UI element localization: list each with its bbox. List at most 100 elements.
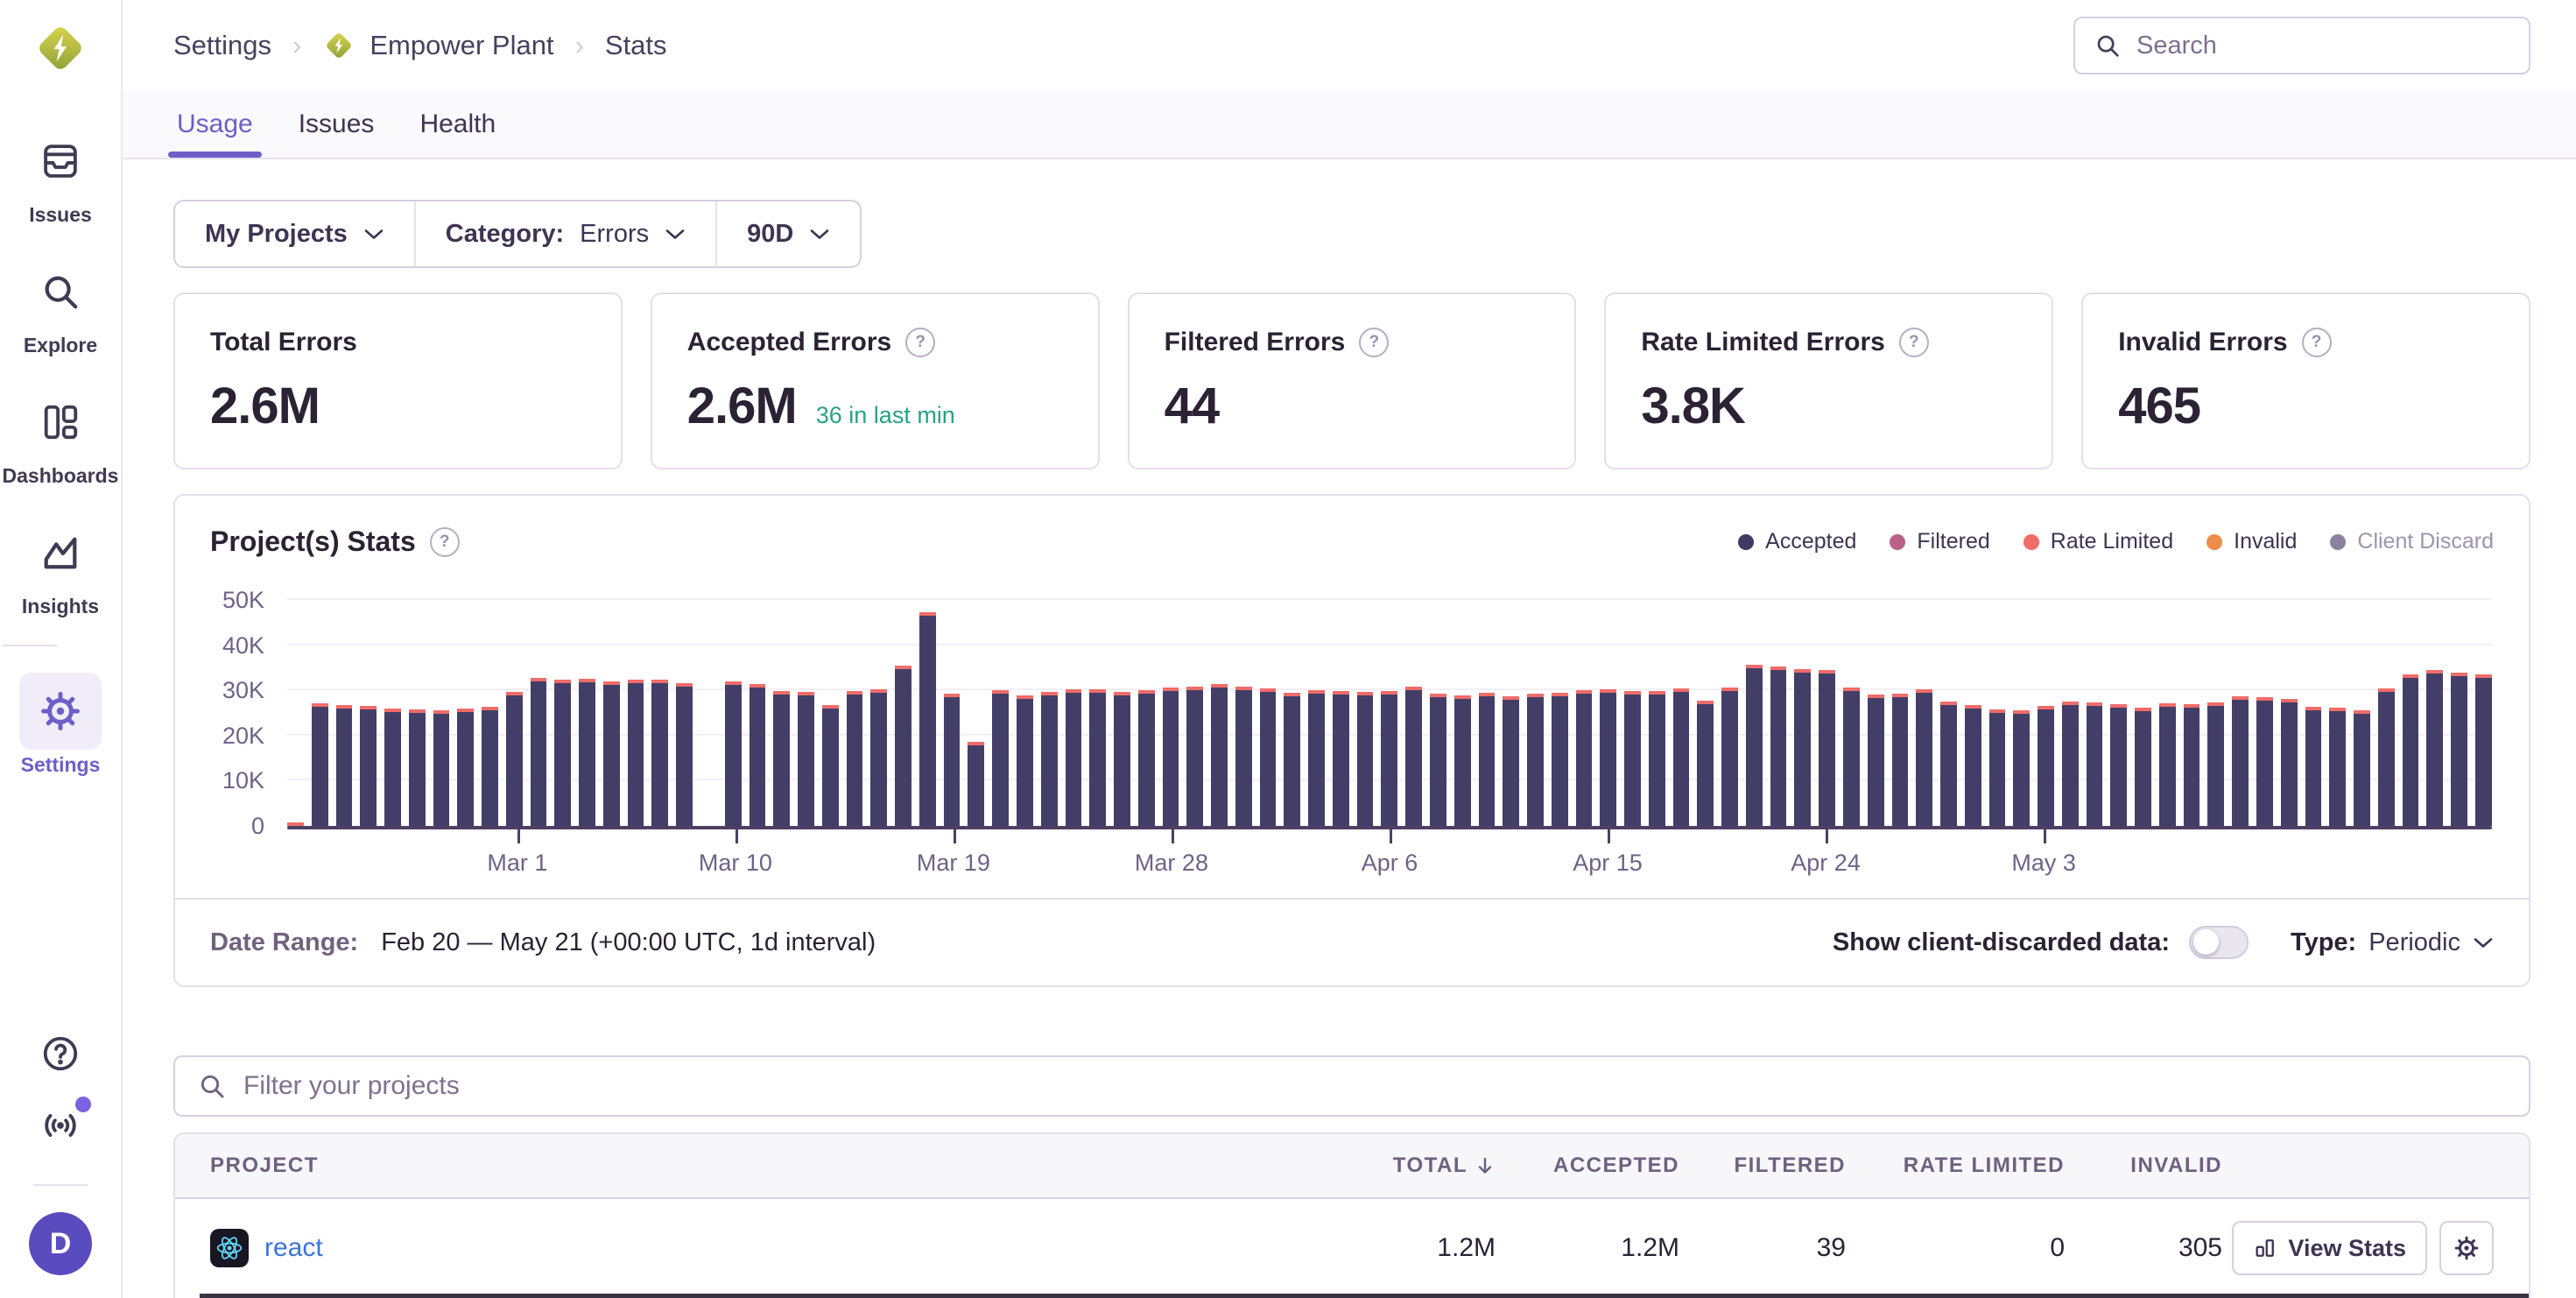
type-value: Periodic [2368,928,2460,957]
rate-limited-cap [2354,710,2370,714]
usage-bar-chart: 010K20K30K40K50KMar 1Mar 10Mar 19Mar 28A… [201,568,2492,877]
legend-item-filtered[interactable]: Filtered [1890,529,1989,554]
project-scope-label: My Projects [205,220,348,249]
y-axis-label: 20K [201,721,264,751]
column-header-total[interactable]: TOTAL [1329,1153,1496,1178]
help-circle-icon[interactable]: ? [1899,328,1929,357]
rate-limited-cap [1624,691,1641,695]
rate-limited-cap [870,689,887,693]
rate-limited-cap [2038,706,2054,709]
tab-bar: Usage Issues Health [123,91,2576,159]
rate-limited-cap [2232,696,2249,700]
rate-limited-cap [1430,694,1446,697]
legend-item-accepted[interactable]: Accepted [1738,529,1856,554]
column-header-filtered[interactable]: FILTERED [1679,1153,1846,1178]
legend-item-client-discard[interactable]: Client Discard [2330,529,2494,554]
x-axis-tick-label: Mar 28 [1135,850,1208,877]
tab-issues[interactable]: Issues [295,91,378,158]
project-scope-dropdown[interactable]: My Projects [175,201,414,266]
breadcrumb-settings[interactable]: Settings [173,30,271,61]
rate-limited-cap [1284,693,1300,696]
help-button[interactable] [40,1033,81,1074]
category-value: Errors [580,220,649,249]
global-search-input[interactable] [2135,31,2509,61]
chart-bar [870,689,887,826]
sidebar-item-explore[interactable]: Explore [3,253,119,357]
sidebar-nav: Issues Explore Dashboards Insights Settings [3,123,119,803]
whats-new-button[interactable] [40,1105,81,1146]
chevron-down-icon [665,228,686,241]
global-search[interactable] [2073,17,2530,74]
chart-bar [651,680,668,826]
sidebar-item-dashboards[interactable]: Dashboards [3,384,119,488]
notification-dot [75,1097,91,1112]
rate-limited-cap [1235,687,1252,690]
column-header-invalid[interactable]: INVALID [2065,1153,2222,1178]
chart-bar [579,679,595,826]
column-header-rate-limited[interactable]: RATE LIMITED [1846,1153,2065,1178]
chevron-down-icon [2473,936,2494,949]
help-circle-icon[interactable]: ? [2302,328,2332,357]
help-circle-icon[interactable]: ? [1359,328,1389,357]
tab-usage[interactable]: Usage [173,91,257,158]
legend-item-invalid[interactable]: Invalid [2206,529,2297,554]
rate-limited-cap [506,692,523,695]
rate-limited-cap [1454,695,1471,699]
app-logo[interactable] [32,19,89,77]
date-range-footer-label: Date Range: [210,928,358,957]
rate-limited-cap [2062,702,2079,705]
project-link[interactable]: react [264,1233,323,1263]
view-stats-button[interactable]: View Stats [2232,1221,2427,1275]
stat-card-value: 465 [2118,377,2200,435]
project-filter[interactable] [173,1055,2530,1117]
chart-bar [1308,690,1325,826]
chart-bar [2475,674,2492,826]
chart-bar [1066,689,1082,826]
chart-bar [312,703,328,826]
stat-card-value: 2.6M [210,377,320,435]
chart-bar [847,691,863,826]
rate-limited-cap [554,680,571,683]
type-dropdown[interactable]: Type: Periodic [2291,928,2494,957]
stat-card-title: Rate Limited Errors [1641,328,1884,357]
column-header-accepted[interactable]: ACCEPTED [1496,1153,1679,1178]
stat-cards: Total Errors2.6MAccepted Errors?2.6M36 i… [173,293,2530,469]
help-circle-icon[interactable]: ? [905,328,935,357]
page-content: My Projects Category: Errors 90D Total E… [123,159,2576,1298]
tab-health[interactable]: Health [416,91,499,158]
rate-limited-cap [2403,674,2419,678]
rate-limited-cap [1479,693,1496,696]
sidebar-item-settings[interactable]: Settings [3,673,119,777]
chart-title: Project(s) Stats [210,526,416,558]
legend-dot [2206,534,2222,550]
rate-limited-cap [1794,669,1811,673]
sidebar-item-issues[interactable]: Issues [3,123,119,227]
chart-bar [1357,692,1374,826]
category-dropdown[interactable]: Category: Errors [414,201,715,266]
rate-limited-cap [2281,699,2298,702]
client-discard-toggle[interactable] [2189,926,2249,959]
date-range-dropdown[interactable]: 90D [715,201,860,266]
chart-bar [2451,673,2467,826]
legend-item-rate-limited[interactable]: Rate Limited [2023,529,2173,554]
chart-bar [1552,693,1568,826]
chart-help-icon[interactable]: ? [430,527,460,557]
project-filter-input[interactable] [242,1070,2506,1102]
cell-invalid: 305 [2065,1233,2222,1263]
broadcast-icon [40,1105,81,1146]
sidebar-item-insights[interactable]: Insights [3,514,119,618]
rate-limited-cap [2135,708,2151,711]
column-header-project[interactable]: PROJECT [210,1153,1329,1178]
project-settings-button[interactable] [2439,1221,2494,1275]
rate-limited-cap [2426,670,2443,674]
chart-bar [1624,691,1641,826]
x-axis-tick [1608,829,1610,843]
rate-limited-cap [1089,689,1106,693]
rate-limited-cap [1649,691,1665,695]
chart-bar [773,691,790,826]
chart-bar [554,680,571,826]
breadcrumb-project[interactable]: Empower Plant [322,29,553,62]
chart-bar [2135,708,2151,826]
user-avatar[interactable]: D [29,1212,92,1275]
sidebar-item-label: Dashboards [3,464,119,488]
